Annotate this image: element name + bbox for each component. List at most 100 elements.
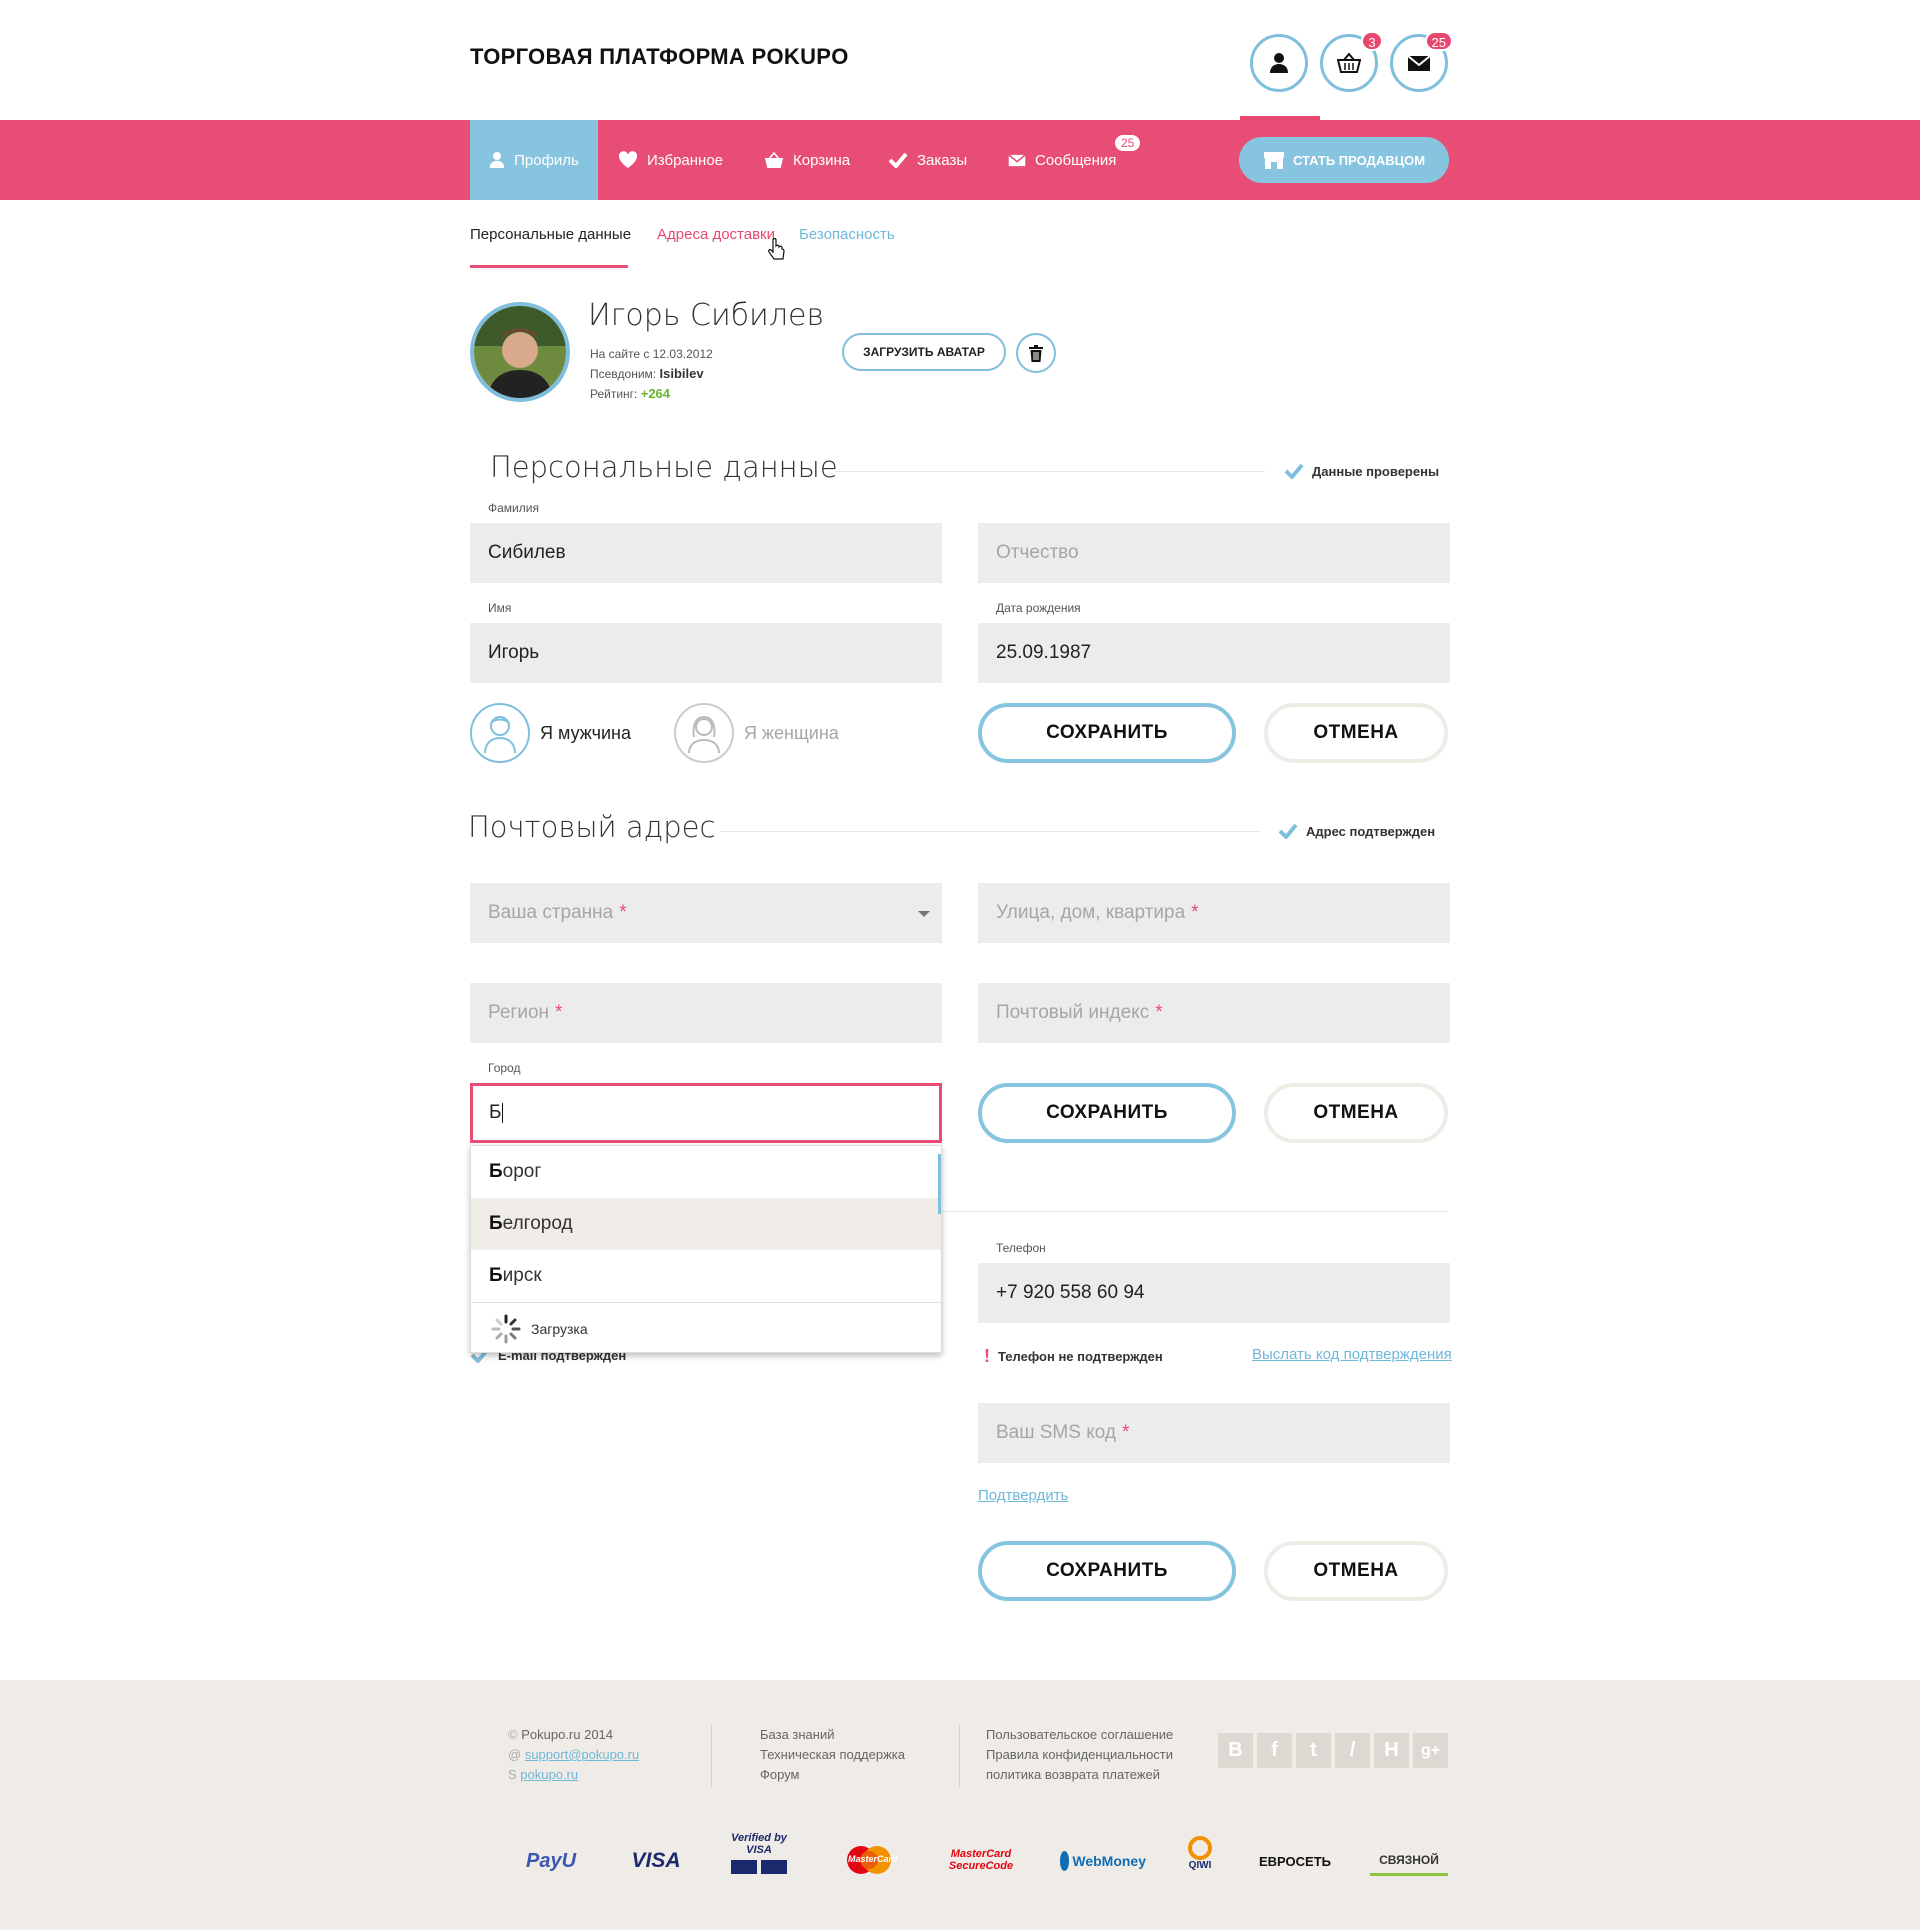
vbv-text: Verified by VISA <box>731 1832 787 1856</box>
send-code-link[interactable]: Выслать код подтверждения <box>1252 1346 1452 1363</box>
googleplus-icon[interactable]: g+ <box>1413 1733 1448 1768</box>
nav-label: Профиль <box>514 151 579 169</box>
personal-save-button[interactable]: СОХРАНИТЬ <box>978 703 1236 763</box>
footer-link[interactable]: Форум <box>760 1765 905 1785</box>
birthdate-value: 25.09.1987 <box>996 642 1092 663</box>
phone-unverified-status: ! Телефон не подтвержден <box>984 1346 1163 1367</box>
habr-icon[interactable]: H <box>1374 1733 1409 1768</box>
text-cursor <box>502 1103 504 1123</box>
shop-icon <box>1263 152 1284 169</box>
vk-icon[interactable]: B <box>1218 1733 1253 1768</box>
female-label: Я женщина <box>744 722 839 743</box>
phone-value: +7 920 558 60 94 <box>996 1282 1145 1303</box>
birthdate-label: Дата рождения <box>996 601 1081 615</box>
become-seller-button[interactable]: СТАТЬ ПРОДАВЦОМ <box>1239 137 1449 183</box>
spinner-icon <box>491 1314 521 1343</box>
city-suggestion[interactable]: Бирск <box>471 1250 941 1302</box>
country-select[interactable]: Ваша странна * <box>470 883 942 943</box>
city-suggestion[interactable]: Борог <box>471 1146 941 1198</box>
personal-cancel-button[interactable]: ОТМЕНА <box>1264 703 1448 763</box>
phone-unverified-label: Телефон не подтвержден <box>998 1349 1163 1364</box>
city-value: Б <box>489 1102 502 1123</box>
lastname-field[interactable]: Сибилев <box>470 523 942 583</box>
footer-link[interactable]: База знаний <box>760 1725 905 1745</box>
cart-button[interactable]: 3 <box>1320 31 1383 92</box>
country-placeholder: Ваша странна <box>488 902 614 923</box>
skype-link[interactable]: pokupo.ru <box>520 1767 578 1782</box>
postal-section-title: Почтовый адрес <box>468 810 716 844</box>
postal-verified-status: Адрес подтвержден <box>1278 823 1435 839</box>
profile-button[interactable] <box>1250 34 1308 92</box>
firstname-field[interactable]: Игорь <box>470 623 942 683</box>
contacts-save-button[interactable]: СОХРАНИТЬ <box>978 1541 1236 1601</box>
nickname-value: Isibilev <box>659 366 704 381</box>
required-mark: * <box>1155 1002 1163 1023</box>
suggestion-rest: орог <box>502 1161 542 1182</box>
footer-link[interactable]: Техническая поддержка <box>760 1745 905 1765</box>
hand-cursor-icon <box>768 238 785 260</box>
tab-delivery[interactable]: Адреса доставки <box>657 226 775 243</box>
gender-female-option[interactable]: Я женщина <box>674 703 839 763</box>
footer-divider <box>959 1725 960 1787</box>
tab-security[interactable]: Безопасность <box>799 226 895 243</box>
nav-messages[interactable]: Сообщения <box>1008 120 1116 200</box>
zip-field[interactable]: Почтовый индекс * <box>978 983 1450 1043</box>
heart-icon <box>618 151 638 168</box>
birthdate-field[interactable]: 25.09.1987 <box>978 623 1450 683</box>
sms-code-field[interactable]: Ваш SMS код * <box>978 1403 1450 1463</box>
suggestion-rest: елгород <box>502 1213 573 1234</box>
personal-verified-label: Данные проверены <box>1312 463 1440 479</box>
twitter-icon[interactable]: t <box>1296 1733 1331 1768</box>
qiwi-text: QIWI <box>1188 1860 1212 1871</box>
messages-button[interactable]: 25 <box>1390 31 1453 92</box>
check-icon <box>1278 823 1298 839</box>
nav-profile[interactable]: Профиль <box>470 120 598 200</box>
upload-avatar-button[interactable]: ЗАГРУЗИТЬ АВАТАР <box>842 333 1006 371</box>
verified-by-visa-logo: Verified by VISA <box>728 1832 790 1874</box>
messages-count-badge: 25 <box>1424 31 1453 51</box>
region-field[interactable]: Регион * <box>470 983 942 1043</box>
contacts-cancel-button[interactable]: ОТМЕНА <box>1264 1541 1448 1601</box>
footer-link[interactable]: Пользовательское соглашение <box>986 1725 1173 1745</box>
copyright: Pokupo.ru 2014 <box>521 1727 614 1742</box>
required-mark: * <box>619 902 627 923</box>
member-since: На сайте с 12.03.2012 <box>590 347 713 361</box>
section-divider <box>720 831 1260 832</box>
region-placeholder: Регион <box>488 1002 550 1023</box>
footer-link[interactable]: политика возврата платежей <box>986 1765 1173 1785</box>
tab-personal[interactable]: Персональные данные <box>470 226 631 243</box>
patronymic-field[interactable]: Отчество <box>978 523 1450 583</box>
city-input[interactable]: Б <box>470 1083 942 1143</box>
footer-link[interactable]: Правила конфиденциальности <box>986 1745 1173 1765</box>
dropdown-scrollbar[interactable] <box>938 1154 941 1214</box>
street-field[interactable]: Улица, дом, квартира * <box>978 883 1450 943</box>
confirm-link[interactable]: Подтвердить <box>978 1487 1068 1504</box>
footer-contacts: © Pokupo.ru 2014 @ support@pokupo.ru S p… <box>508 1725 639 1785</box>
loading-label: Загрузка <box>531 1320 588 1337</box>
zip-placeholder: Почтовый индекс <box>996 1002 1150 1023</box>
nickname-label: Псевдоним: <box>590 367 657 381</box>
postal-save-button[interactable]: СОХРАНИТЬ <box>978 1083 1236 1143</box>
phone-field[interactable]: +7 920 558 60 94 <box>978 1263 1450 1323</box>
nav-label: Заказы <box>917 151 968 169</box>
city-suggestion[interactable]: Белгород <box>471 1198 941 1250</box>
footer <box>0 1680 1920 1930</box>
male-avatar-icon <box>470 703 530 763</box>
delete-avatar-button[interactable] <box>1016 333 1056 373</box>
gender-male-option[interactable]: Я мужчина <box>470 703 631 763</box>
firstname-label: Имя <box>488 601 512 615</box>
livejournal-icon[interactable]: / <box>1335 1733 1370 1768</box>
support-email-link[interactable]: support@pokupo.ru <box>525 1747 639 1762</box>
nav-cart[interactable]: Корзина <box>764 120 850 200</box>
envelope-icon <box>1407 54 1431 71</box>
postal-cancel-button[interactable]: ОТМЕНА <box>1264 1083 1448 1143</box>
rating-label: Рейтинг: <box>590 387 638 401</box>
nav-favorites[interactable]: Избранное <box>618 120 723 200</box>
footer-links-2: Пользовательское соглашение Правила конф… <box>986 1725 1173 1785</box>
patronymic-placeholder: Отчество <box>996 542 1079 563</box>
securecode-logo: MasterCard SecureCode <box>948 1848 1014 1872</box>
nav-orders[interactable]: Заказы <box>888 120 967 200</box>
at-icon: @ <box>508 1747 522 1762</box>
facebook-icon[interactable]: f <box>1257 1733 1292 1768</box>
rating-row: Рейтинг: +264 <box>590 386 670 401</box>
